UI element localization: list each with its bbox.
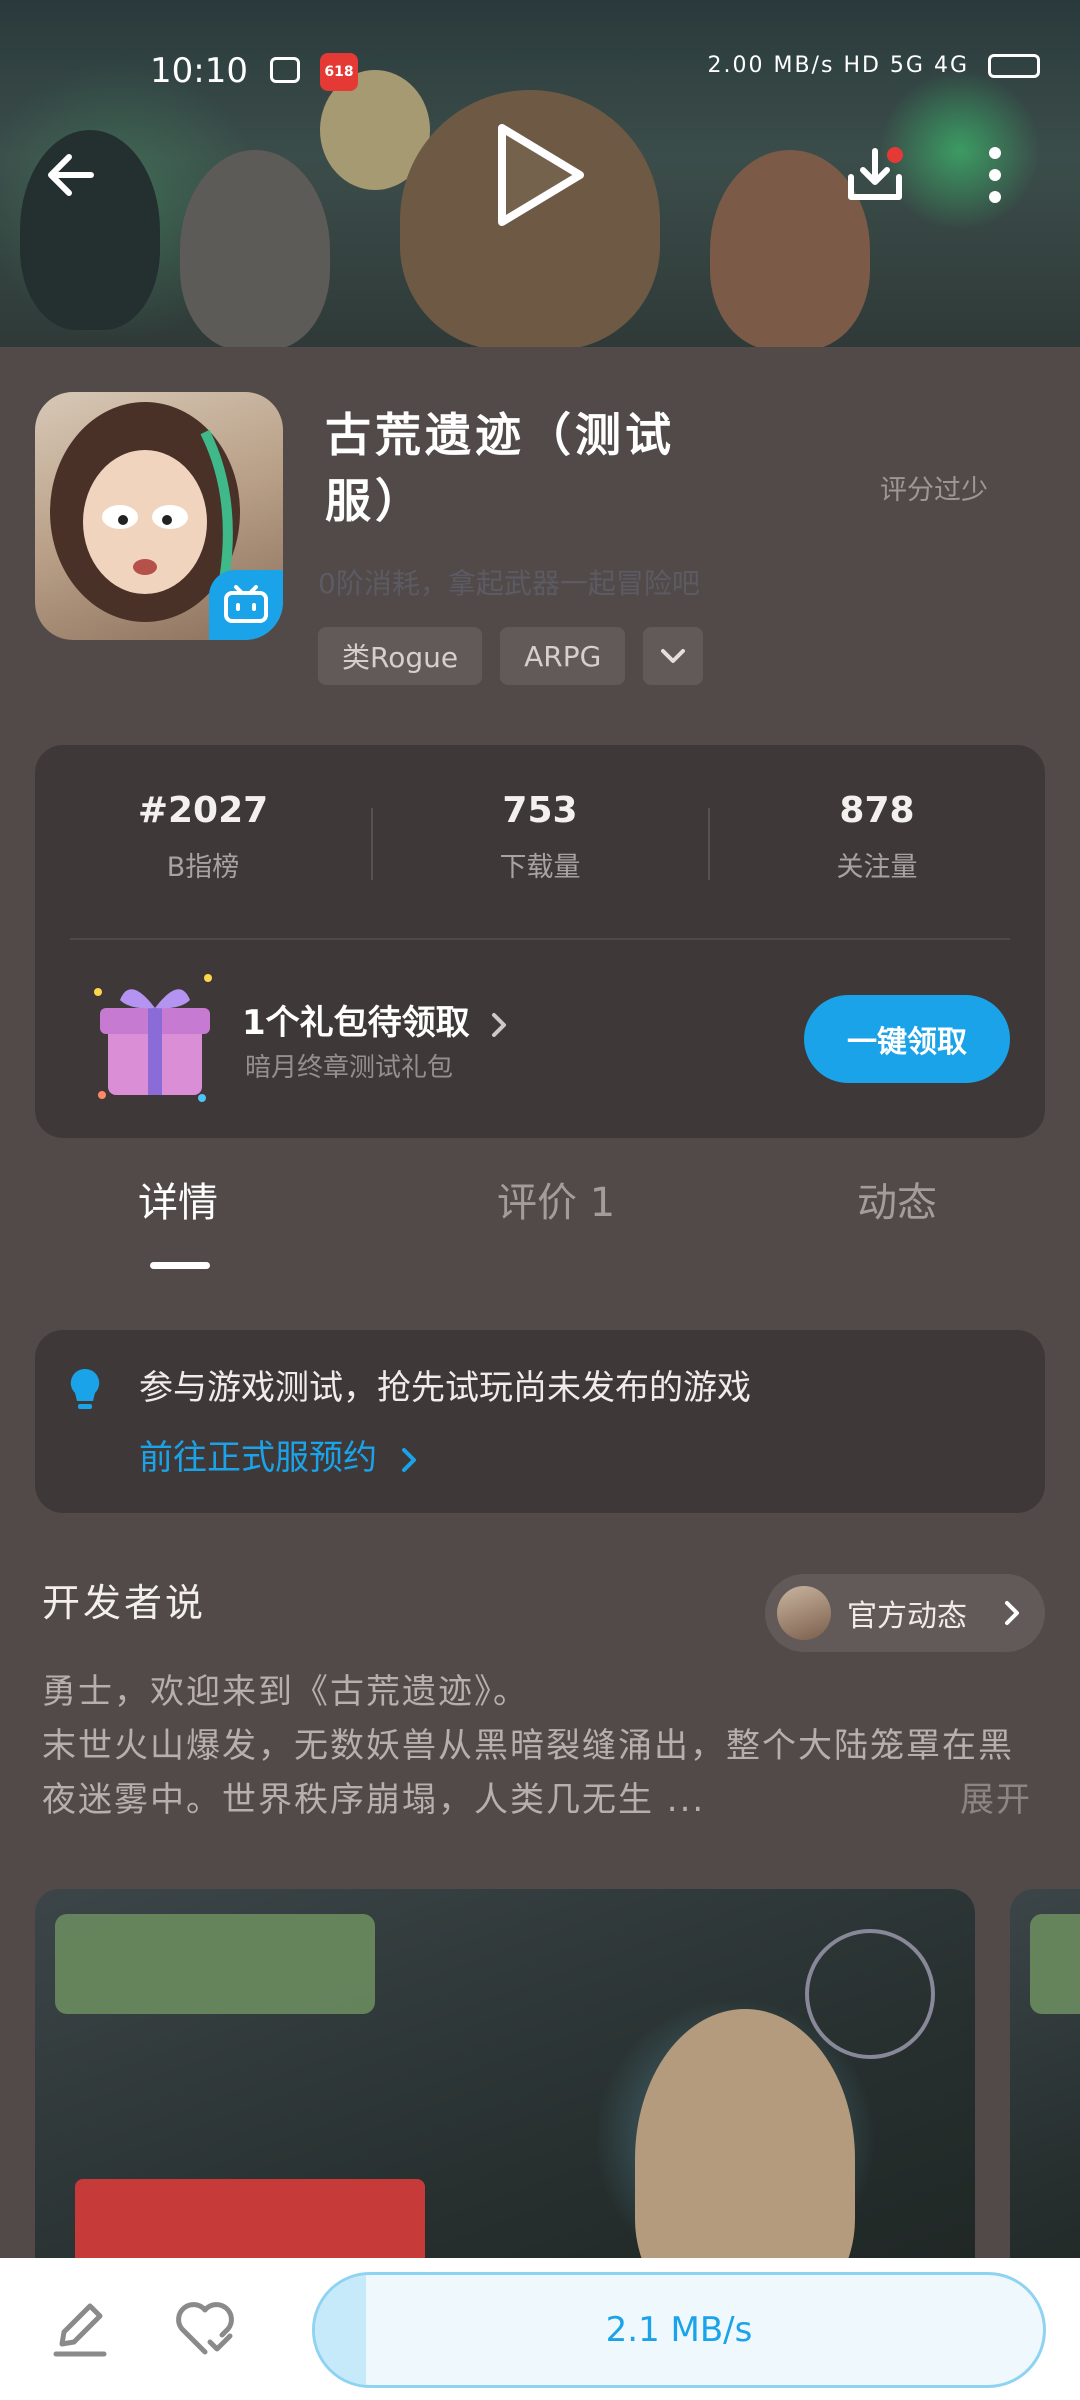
developer-description: 勇士，欢迎来到《古荒遗迹》。 末世火山爆发，无数妖兽从黑暗裂缝涌出，整个大陆笼罩… [42, 1665, 1042, 1827]
screenshot-game-logo [1030, 1914, 1080, 2014]
tags-expand-button[interactable] [643, 627, 704, 685]
screenshot-image[interactable] [1010, 1889, 1080, 2259]
stat-rank-value: #2027 [137, 790, 269, 831]
stat-rank[interactable]: #2027 B指榜 [35, 790, 371, 884]
game-banner: 10:10 618 2.00 MB/s HD 5G 4G [0, 0, 1080, 347]
stat-followers-value: 878 [839, 790, 915, 831]
stat-rank-label: B指榜 [166, 852, 240, 883]
edit-icon [53, 2303, 107, 2357]
banner-character-old-man [180, 150, 330, 347]
back-arrow-icon [48, 154, 94, 196]
official-server-link-text: 前往正式服预约 [139, 1438, 377, 1478]
download-manager-button[interactable] [830, 130, 920, 220]
write-review-button[interactable] [40, 2288, 120, 2368]
chevron-right-icon [401, 1447, 416, 1472]
bulb-icon [65, 1365, 105, 1419]
tab-reviews[interactable]: 评价 1 [497, 1170, 615, 1228]
game-subtitle: 0阶消耗，拿起武器一起冒险吧 [318, 567, 700, 600]
gift-icon [90, 970, 220, 1105]
chevron-right-icon [491, 1012, 506, 1037]
stats-card: #2027 B指榜 753 下载量 878 关注量 1个礼包待领取 暗月终章测试… [35, 745, 1045, 1138]
screenshot-carousel[interactable] [35, 1889, 1080, 2259]
official-server-link[interactable]: 前往正式服预约 [139, 1430, 420, 1479]
tag-genre[interactable]: 类Rogue [318, 627, 483, 685]
more-vertical-icon [989, 147, 1001, 203]
official-updates-label: 官方动态 [847, 1599, 967, 1634]
tab-indicator [150, 1262, 210, 1269]
game-tags: 类Rogue ARPG [318, 627, 704, 685]
game-icon [35, 392, 283, 640]
screenshot-image[interactable] [35, 1889, 975, 2259]
tab-details[interactable]: 详情 [138, 1170, 218, 1228]
follow-button[interactable] [165, 2288, 245, 2368]
download-icon [848, 147, 903, 200]
tag-type[interactable]: ARPG [500, 627, 626, 685]
official-updates-button[interactable]: 官方动态 [765, 1574, 1045, 1652]
status-bar: 10:10 618 2.00 MB/s HD 5G 4G [0, 45, 1080, 95]
beta-test-notice: 参与游戏测试，抢先试玩尚未发布的游戏 前往正式服预约 [35, 1330, 1045, 1513]
back-button[interactable] [26, 130, 116, 220]
developer-description-text: 勇士，欢迎来到《古荒遗迹》。 末世火山爆发，无数妖兽从黑暗裂缝涌出，整个大陆笼罩… [42, 1672, 1014, 1820]
gift-subtitle: 暗月终章测试礼包 [245, 1053, 454, 1083]
bilibili-badge [209, 570, 283, 640]
chevron-right-icon [1005, 1601, 1019, 1625]
notice-text: 参与游戏测试，抢先试玩尚未发布的游戏 [139, 1368, 751, 1408]
claim-gift-button[interactable]: 一键领取 [804, 995, 1010, 1083]
download-speed: 2.1 MB/s [605, 2310, 753, 2350]
heart-icon [176, 2302, 234, 2355]
detail-tabs: 详情 评价 1 动态 [0, 1170, 1080, 1280]
stat-followers: 878 关注量 [709, 790, 1045, 884]
screenshot-game-logo [55, 1914, 375, 2014]
status-time: 10:10 [150, 51, 248, 91]
play-video-button[interactable] [480, 115, 600, 235]
tv-app-icon [270, 57, 300, 83]
screenshot-minimap [805, 1929, 935, 2059]
promo-app-icon: 618 [320, 53, 358, 91]
stat-downloads: 753 下载量 [372, 790, 708, 884]
net-speed: 2.00 MB/s [707, 53, 835, 78]
bottom-action-bar: 2.1 MB/s [0, 2258, 1080, 2400]
play-icon [498, 124, 584, 226]
developer-section-title: 开发者说 [42, 1581, 207, 1625]
game-title: 古荒遗迹（测试服） [325, 408, 675, 528]
rating-note: 评分过少 [880, 475, 988, 506]
chevron-down-icon [661, 649, 686, 663]
battery-icon [988, 54, 1040, 78]
stat-downloads-label: 下载量 [499, 852, 581, 883]
expand-description-button[interactable]: 展开 [950, 1773, 1032, 1827]
card-divider [70, 938, 1010, 940]
tab-updates[interactable]: 动态 [857, 1170, 937, 1228]
developer-avatar [777, 1586, 831, 1640]
signal-text: HD 5G 4G [843, 53, 969, 78]
gift-title[interactable]: 1个礼包待领取 [242, 995, 510, 1044]
screenshot-hero [635, 2009, 855, 2259]
gift-title-text: 1个礼包待领取 [242, 1003, 470, 1043]
bilibili-icon [224, 585, 268, 623]
more-options-button[interactable] [965, 130, 1025, 220]
stat-downloads-value: 753 [502, 790, 578, 831]
screenshot-mode-banner [75, 2179, 425, 2259]
stat-followers-label: 关注量 [836, 852, 918, 883]
download-progress-button[interactable]: 2.1 MB/s [312, 2272, 1046, 2388]
status-right: 2.00 MB/s HD 5G 4G [707, 53, 1040, 78]
